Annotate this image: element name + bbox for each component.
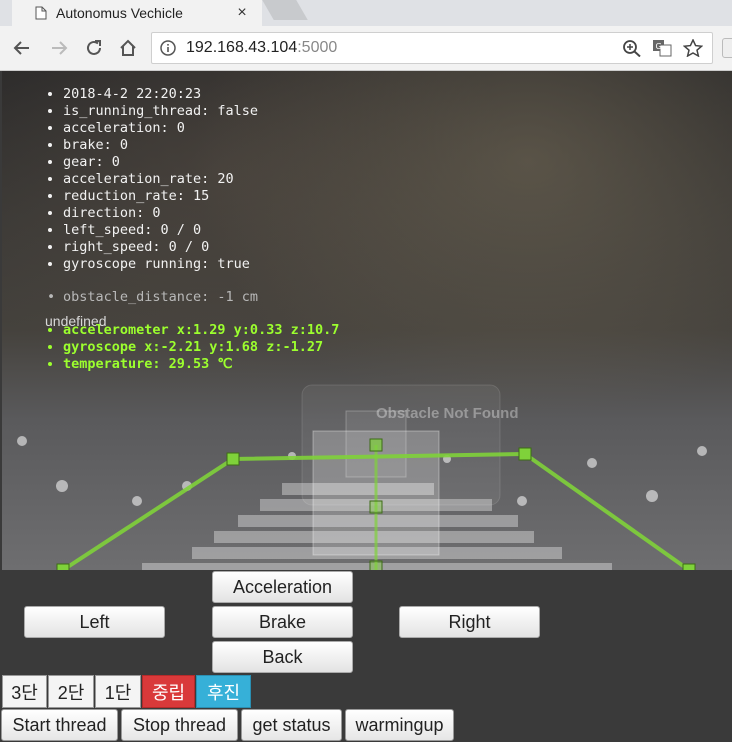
browser-tab[interactable]: Autonomus Vechicle × [12,0,262,26]
right-button[interactable]: Right [399,606,540,638]
url-host: 192.168.43.104 [186,39,298,56]
bookmark-star-icon[interactable] [683,39,703,57]
forward-arrow-icon[interactable] [47,36,71,60]
status-acceleration-rate: acceleration_rate: 20 [63,171,258,188]
back-arrow-icon[interactable] [10,36,34,60]
gear-1-button[interactable]: 1단 [95,675,141,708]
status-running-thread: is_running_thread: false [63,103,258,120]
status-direction: direction: 0 [63,205,258,222]
neutral-gear-button[interactable]: 중립 [142,675,195,708]
tab-title: Autonomus Vechicle [56,5,183,21]
reload-icon[interactable] [82,36,106,60]
brake-button[interactable]: Brake [212,606,353,638]
gear-2-button[interactable]: 2단 [48,675,94,708]
obstacle-bullet: • [47,289,56,305]
status-gear: gear: 0 [63,154,258,171]
page-icon [35,6,47,20]
obstacle-distance: obstacle_distance: -1 cm [63,289,259,305]
obstacle-status-text: Obstacle Not Found [376,405,519,422]
svg-text:G: G [656,42,662,51]
acceleration-button[interactable]: Acceleration [212,571,353,603]
sensor-temperature: temperature: 29.53 ℃ [63,356,339,373]
gear-3-button[interactable]: 3단 [2,675,47,708]
back-button[interactable]: Back [212,641,353,673]
status-gyroscope-running: gyroscope running: true [63,256,258,273]
left-button[interactable]: Left [24,606,165,638]
status-acceleration: acceleration: 0 [63,120,258,137]
sensor-accelerometer: accelerometer x:1.29 y:0.33 z:10.7 [63,322,339,339]
status-reduction-rate: reduction_rate: 15 [63,188,258,205]
status-list: 2018-4-2 22:20:23 is_running_thread: fal… [47,86,258,273]
tab-close-icon[interactable]: × [232,4,252,22]
extension-icon[interactable] [722,38,732,58]
status-left-speed: left_speed: 0 / 0 [63,222,258,239]
status-time: 2018-4-2 22:20:23 [63,86,258,103]
url-port: :5000 [297,39,338,56]
get-status-button[interactable]: get status [241,709,342,741]
tab-strip: Autonomus Vechicle × [0,0,732,26]
stop-thread-button[interactable]: Stop thread [121,709,238,741]
start-thread-button[interactable]: Start thread [1,709,118,741]
address-bar[interactable]: 192.168.43.104:5000 G [151,32,713,64]
zoom-icon[interactable] [622,39,642,57]
info-icon[interactable] [160,40,176,56]
translate-icon[interactable]: G [652,39,672,57]
sensor-list: accelerometer x:1.29 y:0.33 z:10.7 gyros… [47,322,339,373]
new-tab-button[interactable] [262,0,308,20]
home-icon[interactable] [116,36,140,60]
status-brake: brake: 0 [63,137,258,154]
reverse-gear-button[interactable]: 후진 [196,675,251,708]
warmingup-button[interactable]: warmingup [345,709,454,741]
sensor-gyroscope: gyroscope x:-2.21 y:1.68 z:-1.27 [63,339,339,356]
status-right-speed: right_speed: 0 / 0 [63,239,258,256]
